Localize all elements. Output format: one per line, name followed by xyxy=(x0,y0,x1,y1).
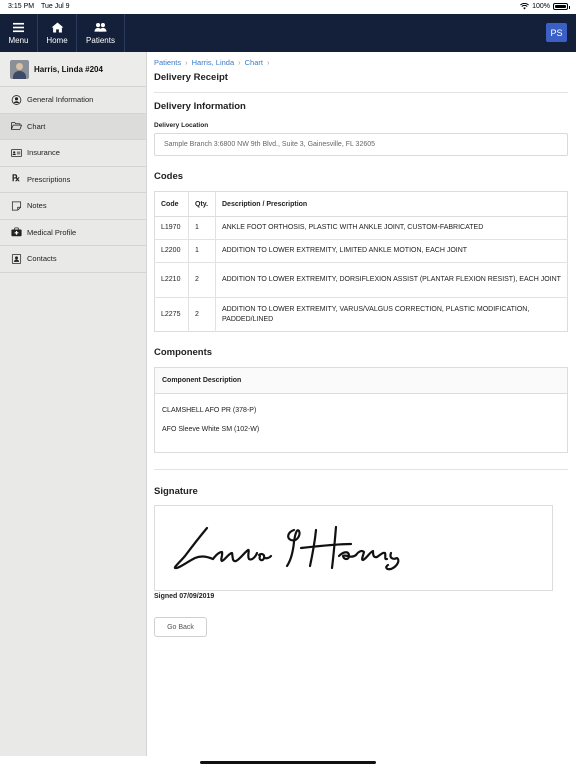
sidebar-item-chart[interactable]: Chart xyxy=(0,113,146,140)
divider xyxy=(154,92,568,93)
description-cell: ADDITION TO LOWER EXTREMITY, DORSIFLEXIO… xyxy=(215,262,568,298)
description-cell: ADDITION TO LOWER EXTREMITY, LIMITED ANK… xyxy=(215,239,568,263)
description-cell: ADDITION TO LOWER EXTREMITY, VARUS/VALGU… xyxy=(215,297,568,332)
components-panel: Component Description CLAMSHELL AFO PR (… xyxy=(154,367,568,453)
status-time: 3:15 PM xyxy=(8,3,35,10)
user-circle-icon xyxy=(10,94,22,105)
patients-label: Patients xyxy=(86,35,115,45)
menu-button[interactable]: Menu xyxy=(0,14,38,52)
codes-header-code: Code xyxy=(154,191,189,217)
signature-section-title: Signature xyxy=(154,486,198,497)
code-cell: L2200 xyxy=(154,239,189,263)
code-cell: L2275 xyxy=(154,297,189,332)
note-icon xyxy=(10,200,22,211)
page-title: Delivery Receipt xyxy=(154,72,228,83)
codes-table: Code Qty. Description / Prescription L19… xyxy=(154,191,568,332)
patient-header: Harris, Linda #204 xyxy=(0,52,146,87)
signed-date: Signed 07/09/2019 xyxy=(154,593,215,600)
divider xyxy=(154,469,568,470)
sidebar-item-label: Notes xyxy=(27,201,47,211)
contact-book-icon xyxy=(10,253,22,264)
sidebar-item-general-information[interactable]: General Information xyxy=(0,87,146,114)
breadcrumb-patient[interactable]: Harris, Linda xyxy=(192,58,235,70)
delivery-section-title: Delivery Information xyxy=(154,101,246,112)
status-date: Tue Jul 9 xyxy=(41,3,70,10)
qty-cell: 2 xyxy=(188,297,216,332)
users-icon xyxy=(94,22,107,32)
status-bar: 3:15 PM Tue Jul 9 100% xyxy=(0,0,576,14)
sidebar-item-label: Prescriptions xyxy=(27,174,71,184)
breadcrumb: Patients › Harris, Linda › Chart › xyxy=(154,58,568,70)
user-avatar-button[interactable]: PS xyxy=(546,23,567,42)
qty-cell: 1 xyxy=(188,216,216,240)
patients-button[interactable]: Patients xyxy=(77,14,125,52)
codes-header-description: Description / Prescription xyxy=(215,191,568,217)
status-right: 100% xyxy=(520,3,570,10)
sidebar-item-prescriptions[interactable]: ℞ Prescriptions xyxy=(0,167,146,193)
codes-section-title: Codes xyxy=(154,171,184,182)
sidebar-item-insurance[interactable]: Insurance xyxy=(0,140,146,167)
delivery-location-label: Delivery Location xyxy=(154,122,209,129)
components-section-title: Components xyxy=(154,347,213,358)
sidebar-item-label: Medical Profile xyxy=(27,227,77,237)
breadcrumb-separator: › xyxy=(266,58,270,67)
sidebar-item-medical-profile[interactable]: Medical Profile xyxy=(0,220,146,246)
sidebar: Harris, Linda #204 General Information C… xyxy=(0,52,147,756)
table-row: L2275 2 ADDITION TO LOWER EXTREMITY, VAR… xyxy=(154,297,568,332)
home-icon xyxy=(51,21,63,33)
go-back-button[interactable]: Go Back xyxy=(154,617,207,637)
breadcrumb-patients[interactable]: Patients xyxy=(154,58,181,70)
main-content: Patients › Harris, Linda › Chart › Deliv… xyxy=(154,58,568,637)
breadcrumb-chart[interactable]: Chart xyxy=(245,58,263,70)
home-label: Home xyxy=(46,35,68,45)
patient-name: Harris, Linda #204 xyxy=(34,64,103,74)
battery-icon xyxy=(553,3,570,10)
battery-percent: 100% xyxy=(532,3,550,10)
codes-header-row: Code Qty. Description / Prescription xyxy=(154,191,568,217)
list-item: CLAMSHELL AFO PR (378-P) xyxy=(162,407,257,414)
components-list: CLAMSHELL AFO PR (378-P) AFO Sleeve Whit… xyxy=(155,394,567,452)
home-indicator[interactable] xyxy=(200,761,376,764)
signature-image xyxy=(173,525,400,571)
sidebar-item-label: Chart xyxy=(27,121,46,131)
components-header: Component Description xyxy=(155,368,567,394)
code-cell: L1970 xyxy=(154,216,189,240)
menu-label: Menu xyxy=(8,35,29,45)
signature-box xyxy=(154,505,553,591)
sidebar-item-label: Insurance xyxy=(27,148,60,158)
breadcrumb-separator: › xyxy=(238,58,241,67)
top-nav: Menu Home Patients PS xyxy=(0,14,576,52)
folder-open-icon xyxy=(10,121,22,132)
delivery-location-field[interactable]: Sample Branch 3:6800 NW 9th Blvd., Suite… xyxy=(154,133,568,156)
table-row: L2200 1 ADDITION TO LOWER EXTREMITY, LIM… xyxy=(154,239,568,263)
home-button[interactable]: Home xyxy=(38,14,77,52)
list-item: AFO Sleeve White SM (102-W) xyxy=(162,426,260,433)
id-card-icon xyxy=(10,147,22,158)
sidebar-item-notes[interactable]: Notes xyxy=(0,193,146,220)
wifi-icon xyxy=(520,3,530,10)
sidebar-item-label: General Information xyxy=(27,95,94,105)
medical-kit-icon xyxy=(10,227,22,238)
codes-header-qty: Qty. xyxy=(188,191,216,217)
rx-icon: ℞ xyxy=(11,174,21,185)
code-cell: L2210 xyxy=(154,262,189,298)
table-row: L1970 1 ANKLE FOOT ORTHOSIS, PLASTIC WIT… xyxy=(154,216,568,240)
table-row: L2210 2 ADDITION TO LOWER EXTREMITY, DOR… xyxy=(154,262,568,298)
breadcrumb-separator: › xyxy=(185,58,188,67)
qty-cell: 2 xyxy=(188,262,216,298)
qty-cell: 1 xyxy=(188,239,216,263)
description-cell: ANKLE FOOT ORTHOSIS, PLASTIC WITH ANKLE … xyxy=(215,216,568,240)
sidebar-item-contacts[interactable]: Contacts xyxy=(0,246,146,273)
hamburger-icon xyxy=(13,22,24,32)
avatar xyxy=(10,59,29,79)
sidebar-item-label: Contacts xyxy=(27,254,57,264)
